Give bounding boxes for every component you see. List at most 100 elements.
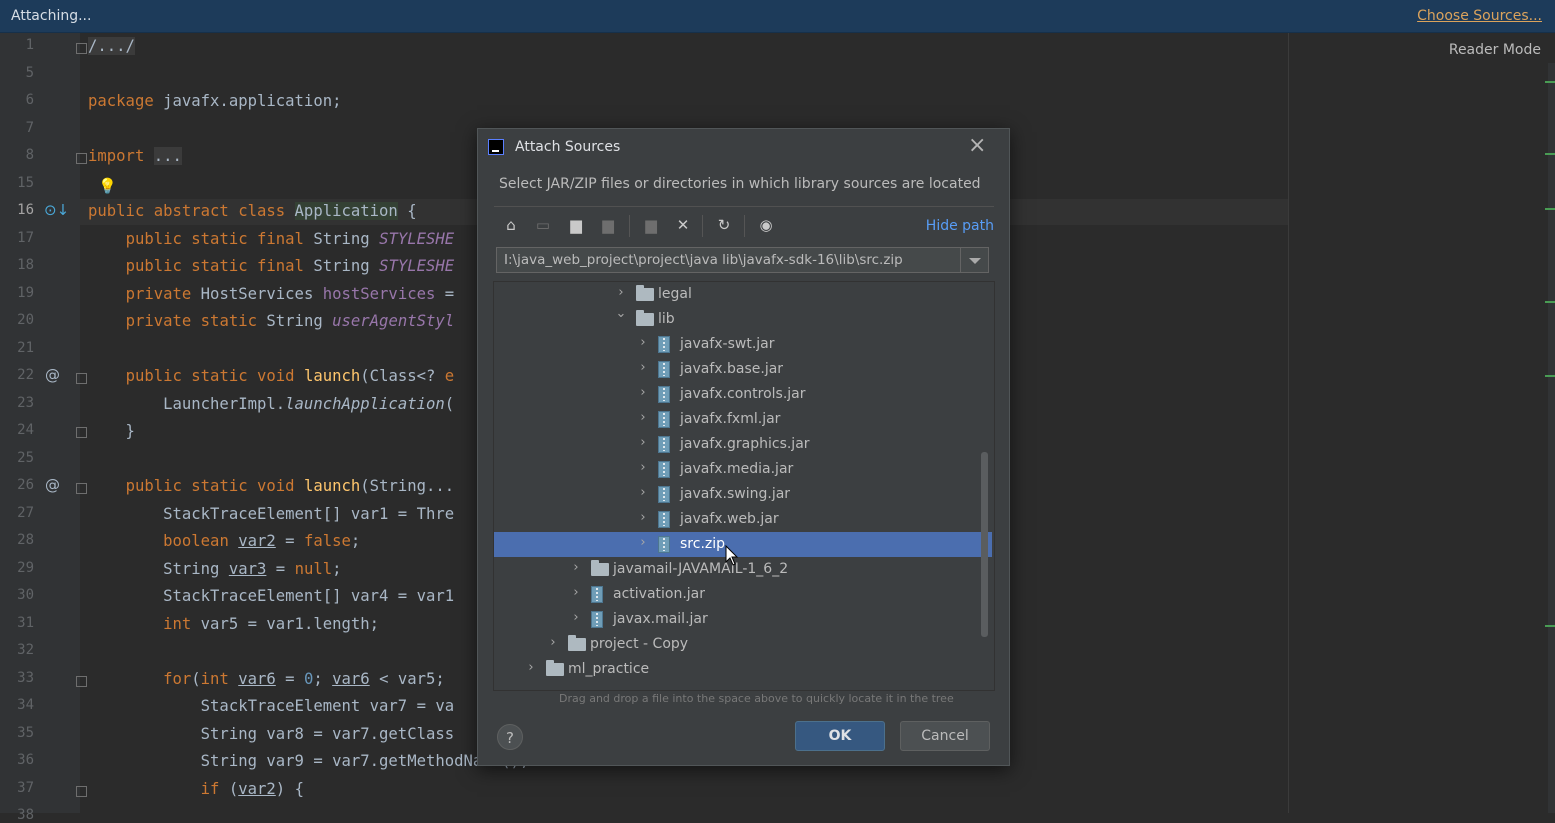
show-hidden-files-icon[interactable]: ◉ bbox=[755, 214, 777, 236]
delete-icon[interactable]: ✕ bbox=[672, 214, 694, 236]
help-button[interactable]: ? bbox=[497, 724, 523, 750]
change-marker[interactable] bbox=[1545, 301, 1555, 303]
line-number[interactable]: 7 bbox=[0, 120, 34, 136]
change-marker[interactable] bbox=[1545, 153, 1555, 155]
chevron-right-icon[interactable]: › bbox=[636, 385, 650, 400]
dialog-title-bar[interactable]: Attach Sources × bbox=[478, 129, 1009, 165]
module-folder-icon[interactable]: ▆ bbox=[597, 214, 619, 236]
chevron-right-icon[interactable]: › bbox=[636, 360, 650, 375]
change-marker[interactable] bbox=[1545, 625, 1555, 627]
lightbulb-icon[interactable]: 💡 bbox=[98, 177, 117, 195]
project-folder-icon[interactable]: ▆ bbox=[565, 214, 587, 236]
line-number[interactable]: 18 bbox=[0, 257, 34, 273]
change-marker[interactable] bbox=[1545, 208, 1555, 210]
home-icon[interactable]: ⌂ bbox=[500, 214, 522, 236]
chevron-right-icon[interactable]: › bbox=[636, 535, 650, 550]
hide-path-link[interactable]: Hide path bbox=[926, 218, 994, 234]
line-number[interactable]: 36 bbox=[0, 752, 34, 768]
line-number[interactable]: 5 bbox=[0, 65, 34, 81]
refresh-icon[interactable]: ↻ bbox=[713, 214, 735, 236]
annotation-icon[interactable]: @ bbox=[45, 476, 60, 494]
fold-icon[interactable] bbox=[76, 676, 87, 687]
tree-item[interactable]: › javafx.swing.jar bbox=[494, 482, 994, 507]
chevron-right-icon[interactable]: › bbox=[636, 335, 650, 350]
line-number[interactable]: 27 bbox=[0, 505, 34, 521]
tree-item[interactable]: › legal bbox=[494, 282, 994, 307]
chevron-right-icon[interactable]: › bbox=[614, 285, 628, 300]
tree-item[interactable]: › ml_practice bbox=[494, 657, 994, 682]
chevron-right-icon[interactable]: › bbox=[569, 610, 583, 625]
line-number[interactable]: 15 bbox=[0, 175, 34, 191]
line-number[interactable]: 28 bbox=[0, 532, 34, 548]
tree-item[interactable]: › activation.jar bbox=[494, 582, 994, 607]
line-number[interactable]: 35 bbox=[0, 725, 34, 741]
line-number[interactable]: 6 bbox=[0, 92, 34, 108]
fold-icon[interactable] bbox=[76, 373, 87, 384]
chevron-right-icon[interactable]: › bbox=[569, 585, 583, 600]
tree-item[interactable]: › javafx.fxml.jar bbox=[494, 407, 994, 432]
line-number[interactable]: 34 bbox=[0, 697, 34, 713]
change-marker[interactable] bbox=[1545, 375, 1555, 377]
fold-icon[interactable] bbox=[76, 43, 87, 54]
fold-icon[interactable] bbox=[76, 153, 87, 164]
line-number[interactable]: 16 bbox=[0, 202, 34, 218]
line-number[interactable]: 25 bbox=[0, 450, 34, 466]
tree-item[interactable]: › project - Copy bbox=[494, 632, 994, 657]
chevron-right-icon[interactable]: › bbox=[524, 660, 538, 675]
fold-icon[interactable] bbox=[76, 483, 87, 494]
chevron-right-icon[interactable]: › bbox=[546, 635, 560, 650]
annotation-icon[interactable]: @ bbox=[45, 366, 60, 384]
fold-icon[interactable] bbox=[76, 786, 87, 797]
line-number[interactable]: 37 bbox=[0, 780, 34, 796]
tree-item[interactable]: › javamail-JAVAMAIL-1_6_2 bbox=[494, 557, 994, 582]
tree-item[interactable]: › javafx.base.jar bbox=[494, 357, 994, 382]
chevron-right-icon[interactable]: › bbox=[636, 410, 650, 425]
chevron-down-icon[interactable]: ⌄ bbox=[614, 306, 628, 321]
tree-item[interactable]: › javafx.web.jar bbox=[494, 507, 994, 532]
cancel-button[interactable]: Cancel bbox=[900, 721, 990, 751]
desktop-icon[interactable]: ▭ bbox=[532, 214, 554, 236]
chevron-right-icon[interactable]: › bbox=[636, 485, 650, 500]
file-tree[interactable]: › ml_practice › project - Copy › javax.mail.j… bbox=[493, 281, 995, 691]
tree-item[interactable]: › javafx-swt.jar bbox=[494, 332, 994, 357]
line-number[interactable]: 23 bbox=[0, 395, 34, 411]
close-icon[interactable]: × bbox=[968, 135, 986, 157]
line-number[interactable]: 32 bbox=[0, 642, 34, 658]
line-number[interactable]: 24 bbox=[0, 422, 34, 438]
error-stripe[interactable] bbox=[1548, 63, 1555, 813]
line-number[interactable]: 1 bbox=[0, 37, 34, 53]
new-folder-icon[interactable]: ▆ bbox=[640, 214, 662, 236]
tree-item[interactable]: › javafx.graphics.jar bbox=[494, 432, 994, 457]
reader-mode-button[interactable]: Reader Mode bbox=[1449, 42, 1541, 58]
path-history-dropdown[interactable] bbox=[960, 247, 989, 273]
line-number[interactable]: 38 bbox=[0, 807, 34, 823]
tree-item[interactable]: › javafx.controls.jar bbox=[494, 382, 994, 407]
line-number[interactable]: 26 bbox=[0, 477, 34, 493]
implemented-icon[interactable]: ⊙↓ bbox=[44, 201, 69, 219]
tree-item[interactable]: › javax.mail.jar bbox=[494, 607, 994, 632]
line-number[interactable]: 22 bbox=[0, 367, 34, 383]
chevron-right-icon[interactable]: › bbox=[636, 510, 650, 525]
line-number[interactable]: 20 bbox=[0, 312, 34, 328]
tree-item[interactable]: ⌄ lib bbox=[494, 306, 994, 332]
chevron-right-icon[interactable]: › bbox=[636, 435, 650, 450]
line-number[interactable]: 31 bbox=[0, 615, 34, 631]
ok-button[interactable]: OK bbox=[795, 721, 885, 751]
tree-scrollbar[interactable] bbox=[981, 452, 988, 637]
line-number[interactable]: 29 bbox=[0, 560, 34, 576]
chevron-right-icon[interactable]: › bbox=[636, 460, 650, 475]
chevron-right-icon[interactable]: › bbox=[569, 560, 583, 575]
change-marker[interactable] bbox=[1545, 81, 1555, 83]
choose-sources-link[interactable]: Choose Sources... bbox=[1417, 8, 1542, 24]
line-number[interactable]: 21 bbox=[0, 340, 34, 356]
tree-item[interactable]: › src.zip bbox=[494, 532, 992, 557]
line-number[interactable]: 8 bbox=[0, 147, 34, 163]
path-input[interactable]: I:\java_web_project\project\java lib\jav… bbox=[496, 247, 961, 273]
divider bbox=[494, 206, 994, 207]
tree-item[interactable]: › javafx.media.jar bbox=[494, 457, 994, 482]
line-number[interactable]: 33 bbox=[0, 670, 34, 686]
line-number[interactable]: 19 bbox=[0, 285, 34, 301]
fold-icon[interactable] bbox=[76, 427, 87, 438]
line-number[interactable]: 30 bbox=[0, 587, 34, 603]
line-number[interactable]: 17 bbox=[0, 230, 34, 246]
